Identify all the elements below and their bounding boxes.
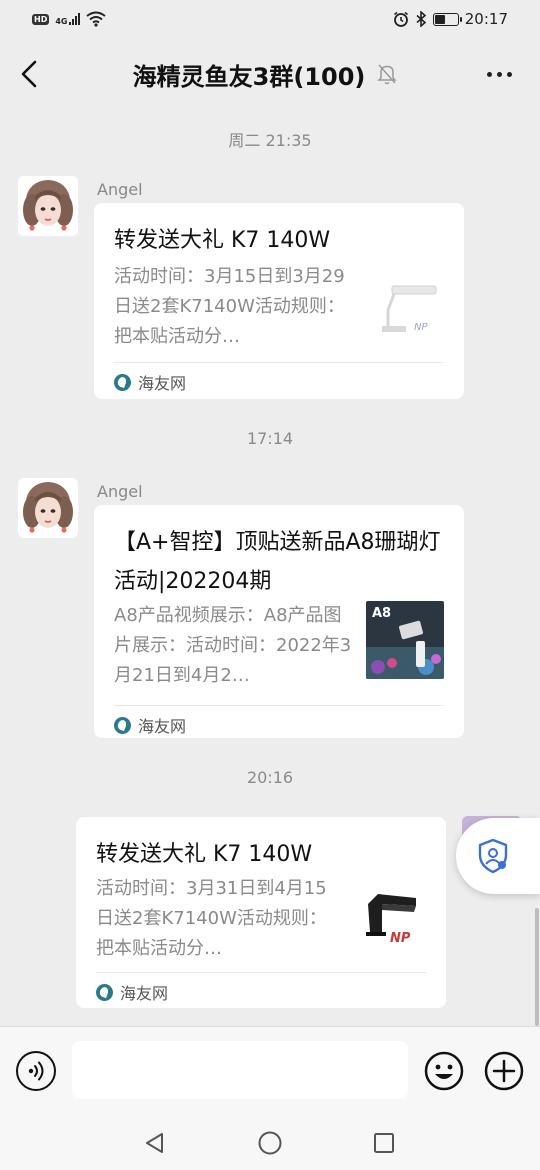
back-arrow-icon bbox=[21, 60, 37, 88]
link-card[interactable]: 转发送大礼 K7 140W 活动时间：3月15日到3月29日送2套K7140W活… bbox=[94, 203, 464, 399]
sender-name: Angel bbox=[97, 180, 143, 199]
emoji-button[interactable] bbox=[424, 1051, 464, 1091]
card-thumbnail: NP bbox=[360, 886, 426, 952]
avatar-girl-image bbox=[18, 478, 78, 538]
nav-back-button[interactable] bbox=[139, 1128, 169, 1158]
input-bar bbox=[0, 1026, 540, 1116]
chat-header: 海精灵鱼友3群(100) bbox=[0, 38, 540, 110]
poster-label: A8 bbox=[372, 606, 391, 621]
avatar[interactable] bbox=[18, 478, 78, 538]
sender-name: Angel bbox=[97, 482, 143, 501]
source-name: 海友网 bbox=[138, 374, 187, 393]
link-card[interactable]: 【A+智控】顶贴送新品A8珊瑚灯活动|202204期 A8产品视频展示：A8产品… bbox=[94, 505, 464, 738]
a8-coral-light-poster: A8 bbox=[366, 601, 444, 679]
source-name: 海友网 bbox=[138, 717, 187, 736]
aquarium-light-white-image: NP bbox=[378, 282, 444, 342]
timestamp: 周二 21:35 bbox=[228, 131, 312, 150]
card-body: 活动时间：3月15日到3月29日送2套K7140W活动规则：把本贴活动分… NP bbox=[114, 262, 444, 352]
avatar[interactable] bbox=[18, 176, 78, 236]
card-description: 活动时间：3月15日到3月29日送2套K7140W活动规则：把本贴活动分… bbox=[114, 266, 345, 347]
hd-badge: HD bbox=[32, 13, 50, 25]
more-icon-dot bbox=[487, 71, 493, 77]
more-icon-dot bbox=[497, 71, 503, 77]
avatar-girl-image bbox=[18, 176, 78, 236]
more-icon-dot bbox=[507, 71, 513, 77]
voice-icon bbox=[28, 1061, 44, 1081]
card-thumbnail: NP bbox=[378, 282, 444, 342]
mute-bell-icon bbox=[377, 64, 398, 85]
signal-icon bbox=[69, 13, 81, 25]
source-app-icon bbox=[114, 373, 131, 391]
back-triangle-icon bbox=[146, 1133, 163, 1153]
home-circle-icon bbox=[258, 1131, 282, 1155]
security-float-button[interactable] bbox=[456, 818, 540, 894]
card-source: 海友网 bbox=[96, 973, 426, 1011]
voice-button[interactable] bbox=[16, 1051, 56, 1091]
system-nav-bar bbox=[0, 1116, 540, 1170]
wifi-icon bbox=[86, 11, 107, 27]
timestamp: 17:14 bbox=[246, 429, 294, 448]
source-app-icon bbox=[96, 983, 113, 1001]
link-card[interactable]: 转发送大礼 K7 140W 活动时间：3月31日到4月15日送2套K7140W活… bbox=[76, 817, 446, 1008]
card-thumbnail: A8 bbox=[366, 601, 444, 679]
emoji-icon bbox=[424, 1051, 464, 1091]
card-title: 【A+智控】顶贴送新品A8珊瑚灯活动|202204期 bbox=[114, 530, 441, 594]
message-input[interactable] bbox=[72, 1041, 408, 1099]
nav-recents-button[interactable] bbox=[369, 1128, 399, 1158]
more-button[interactable] bbox=[480, 54, 520, 94]
alarm-icon bbox=[393, 11, 408, 27]
recents-square-icon bbox=[374, 1133, 394, 1153]
title-wrap: 海精灵鱼友3群(100) bbox=[133, 57, 398, 92]
scroll-indicator bbox=[535, 908, 539, 1026]
source-app-icon bbox=[114, 716, 131, 734]
more-functions-button[interactable] bbox=[484, 1051, 524, 1091]
card-title: 转发送大礼 K7 140W bbox=[114, 228, 331, 253]
chat-title: 海精灵鱼友3群(100) bbox=[132, 62, 366, 91]
card-description: A8产品视频展示：A8产品图片展示：活动时间：2022年3月21日到4月2… bbox=[114, 605, 352, 686]
card-source: 海友网 bbox=[114, 363, 444, 401]
timestamp: 20:16 bbox=[246, 768, 294, 787]
card-description: 活动时间：3月31日到4月15日送2套K7140W活动规则：把本贴活动分… bbox=[96, 878, 327, 959]
nav-home-button[interactable] bbox=[255, 1128, 285, 1158]
shield-user-icon bbox=[478, 838, 508, 874]
card-source: 海友网 bbox=[114, 706, 444, 744]
card-body: 活动时间：3月31日到4月15日送2套K7140W活动规则：把本贴活动分… NP bbox=[96, 874, 426, 964]
card-title: 转发送大礼 K7 140W bbox=[96, 842, 313, 867]
aquarium-light-black-image: NP bbox=[360, 886, 426, 952]
bluetooth-icon bbox=[416, 11, 426, 27]
status-bar: HD 4G 20:17 bbox=[0, 0, 540, 38]
card-body: A8产品视频展示：A8产品图片展示：活动时间：2022年3月21日到4月2… A… bbox=[114, 601, 444, 691]
network-type: 4G bbox=[55, 17, 68, 26]
status-right: 20:17 bbox=[393, 10, 508, 28]
plus-icon bbox=[484, 1051, 524, 1091]
status-time: 20:17 bbox=[464, 10, 508, 28]
source-name: 海友网 bbox=[120, 984, 169, 1003]
status-left: HD 4G bbox=[32, 11, 107, 27]
back-button[interactable] bbox=[20, 54, 50, 94]
svg-text:NP: NP bbox=[414, 322, 428, 333]
battery-icon bbox=[432, 12, 462, 26]
svg-text:NP: NP bbox=[390, 931, 411, 946]
